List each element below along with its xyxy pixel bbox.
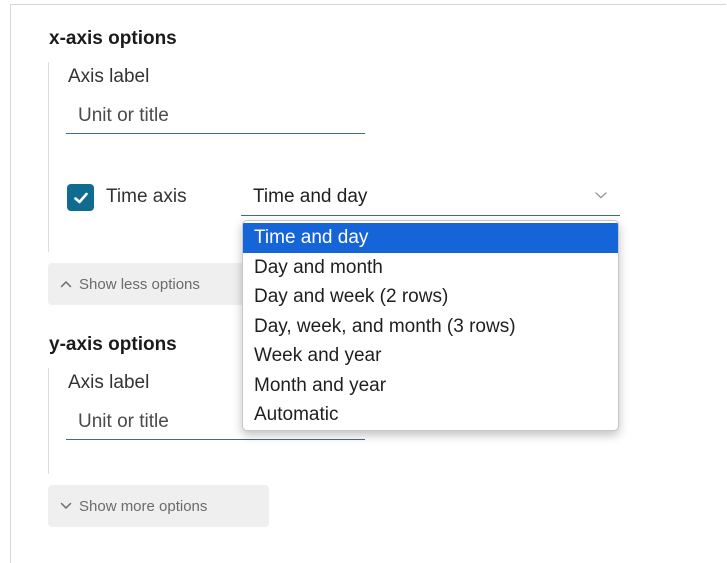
- dropdown-option[interactable]: Day and week (2 rows): [243, 282, 618, 312]
- show-less-options-button[interactable]: Show less options: [48, 263, 244, 305]
- x-axis-group-divider: [48, 62, 49, 252]
- dropdown-option[interactable]: Week and year: [243, 341, 618, 371]
- show-more-options-label: Show more options: [79, 497, 208, 515]
- dropdown-option[interactable]: Time and day: [243, 223, 618, 253]
- time-format-select[interactable]: Time and day: [241, 180, 620, 216]
- y-axis-section-title: y-axis options: [49, 334, 177, 355]
- time-axis-checkbox[interactable]: [67, 184, 94, 211]
- dropdown-option[interactable]: Automatic: [243, 400, 618, 430]
- y-axis-label-caption: Axis label: [68, 372, 150, 393]
- dropdown-option[interactable]: Day, week, and month (3 rows): [243, 312, 618, 342]
- checkmark-icon: [73, 192, 88, 203]
- x-axis-section-title: x-axis options: [49, 28, 177, 49]
- show-less-options-label: Show less options: [79, 275, 200, 293]
- time-format-dropdown-list: Time and day Day and month Day and week …: [242, 220, 619, 431]
- time-axis-label[interactable]: Time axis: [106, 186, 187, 208]
- chevron-down-icon: [60, 502, 72, 510]
- x-axis-label-caption: Axis label: [68, 66, 150, 87]
- chevron-up-icon: [60, 280, 72, 288]
- y-axis-group-divider: [48, 368, 49, 474]
- time-format-selected-value: Time and day: [253, 186, 368, 207]
- dropdown-option[interactable]: Day and month: [243, 253, 618, 283]
- dropdown-option[interactable]: Month and year: [243, 371, 618, 401]
- x-axis-label-input[interactable]: [66, 98, 365, 134]
- show-more-options-button[interactable]: Show more options: [48, 485, 269, 527]
- chevron-down-icon: [595, 192, 607, 199]
